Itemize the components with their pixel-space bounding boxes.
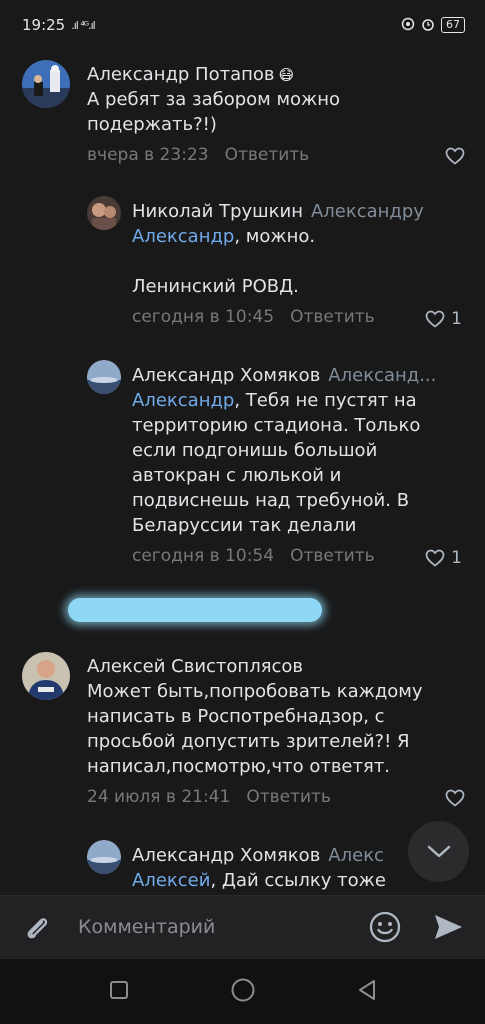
scroll-down-button[interactable] [408, 821, 469, 882]
like-count: 1 [451, 309, 462, 329]
comment-author[interactable]: Александр Хомяков Александ... [132, 365, 465, 386]
comment-author[interactable]: Алексей Свистоплясов [87, 656, 465, 677]
reply-to: Алекс [328, 845, 384, 866]
avatar[interactable] [87, 196, 121, 230]
like-button[interactable]: 1 [425, 309, 462, 329]
like-button[interactable] [445, 789, 465, 807]
like-count: 1 [451, 548, 462, 568]
camera-icon [401, 17, 415, 34]
comment-text-line: Ленинский РОВД. [132, 276, 299, 297]
comment-time: вчера в 23:23 [87, 145, 209, 165]
status-bar: 19:25 .ıl ⁴ᴳ.ıl 67 [0, 0, 485, 50]
comment-time: сегодня в 10:54 [132, 546, 275, 566]
comment-text: Александр, можно. [132, 226, 316, 247]
emoji-icon[interactable] [368, 910, 402, 948]
comment-author[interactable]: Николай Трушкин Александру [132, 201, 465, 222]
redacted-overlay [68, 598, 322, 622]
avatar[interactable] [22, 652, 70, 700]
back-icon[interactable] [356, 978, 378, 1006]
heart-icon [425, 549, 445, 567]
reply-to: Александру [310, 201, 424, 222]
avatar[interactable] [87, 840, 121, 874]
reply-to: Александ... [328, 365, 437, 386]
reply-button[interactable]: Ответить [246, 787, 331, 807]
send-icon[interactable] [432, 912, 464, 946]
recent-apps-icon[interactable] [108, 979, 130, 1005]
comment-text: А ребят за забором можно подержать?!) [87, 89, 341, 135]
attach-icon[interactable] [22, 914, 52, 948]
reply-button[interactable]: Ответить [225, 145, 310, 165]
comment-text: Может быть,попробовать каждому написать … [87, 681, 423, 777]
comment-text: Александр, Тебя не пустят на территорию … [132, 390, 421, 536]
battery-indicator: 67 [441, 17, 465, 33]
heart-icon [445, 789, 465, 807]
system-navigation-bar [0, 959, 485, 1024]
mention-link[interactable]: Александр [132, 226, 234, 247]
heart-icon [425, 310, 445, 328]
mention-link[interactable]: Александр [132, 390, 234, 411]
comment-author[interactable]: Александр Потапов 😷 [87, 64, 465, 85]
reply-button[interactable]: Ответить [290, 546, 375, 566]
mention-link[interactable]: Алексей [132, 870, 210, 891]
reply-button[interactable]: Ответить [290, 307, 375, 327]
clock: 19:25 [22, 16, 66, 34]
like-button[interactable]: 1 [425, 548, 462, 568]
comment-composer [0, 895, 485, 959]
chevron-down-icon [427, 845, 450, 857]
home-icon[interactable] [230, 977, 256, 1007]
heart-icon [445, 147, 465, 165]
comment-time: сегодня в 10:45 [132, 307, 275, 327]
avatar[interactable] [87, 360, 121, 394]
comment-input[interactable] [78, 912, 358, 942]
alarm-icon [421, 17, 435, 34]
signal-icon: .ıl ⁴ᴳ.ıl [71, 18, 95, 32]
comment-time: 24 июля в 21:41 [87, 787, 231, 807]
avatar[interactable] [22, 60, 70, 108]
face-mask-emoji-icon: 😷 [278, 66, 295, 84]
like-button[interactable] [445, 147, 465, 165]
